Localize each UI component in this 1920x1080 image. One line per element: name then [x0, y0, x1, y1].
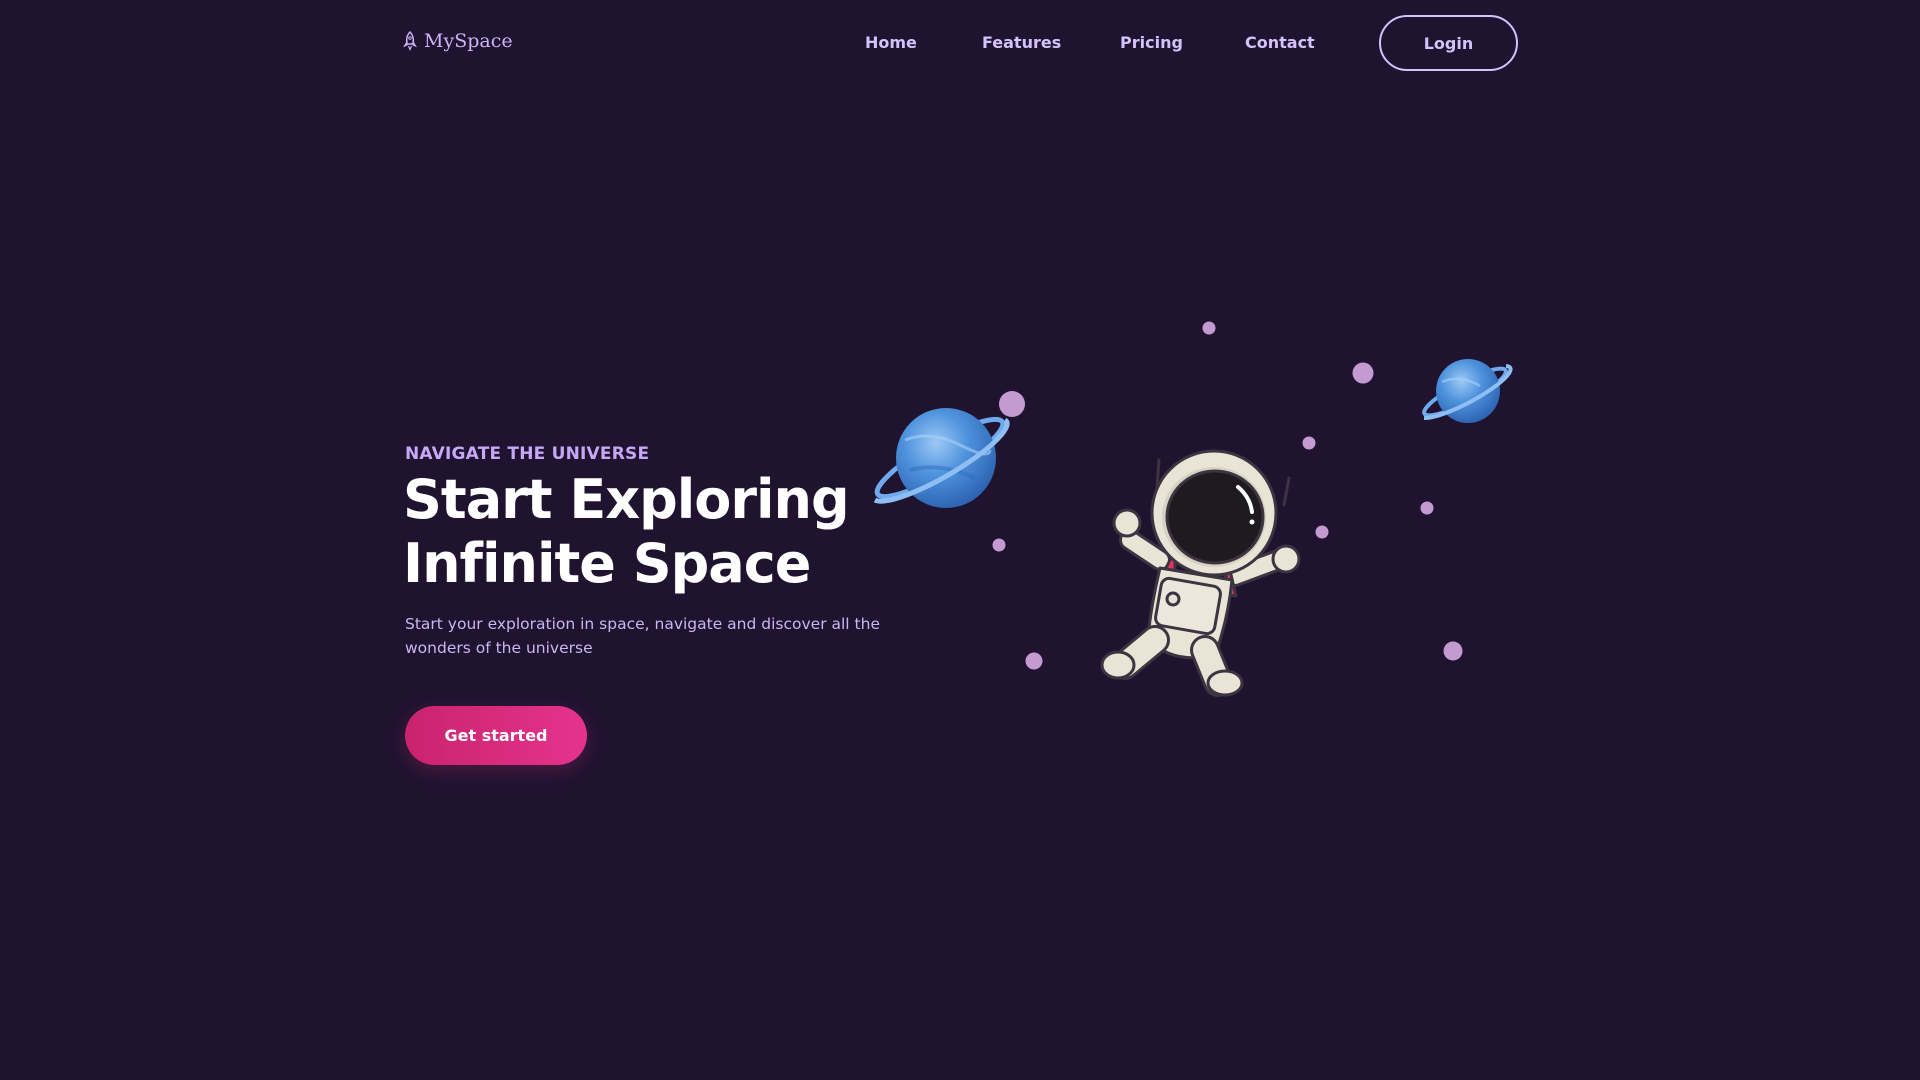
hero-eyebrow: NAVIGATE THE UNIVERSE — [405, 444, 650, 464]
star — [1420, 501, 1434, 515]
star — [999, 391, 1025, 417]
star — [1025, 652, 1043, 670]
star — [992, 538, 1006, 552]
astronaut — [1100, 449, 1301, 697]
star — [1443, 641, 1463, 661]
hero-headline: Start Exploring Infinite Space — [403, 468, 923, 596]
nav-contact[interactable]: Contact — [1245, 33, 1315, 52]
hero-subtext: Start your exploration in space, navigat… — [405, 615, 880, 657]
space-illustration — [873, 321, 1513, 697]
hero-headline-line-1: Start Exploring — [403, 468, 850, 531]
login-button[interactable]: Login — [1379, 15, 1518, 71]
planet-small — [1422, 359, 1513, 423]
landing-page: MySpace Home Features Pricing Contact Lo… — [0, 0, 1920, 1080]
nav-pricing[interactable]: Pricing — [1120, 33, 1183, 52]
star — [1315, 525, 1329, 539]
stars — [992, 321, 1463, 670]
star — [1352, 362, 1374, 384]
star — [1202, 321, 1216, 335]
get-started-button[interactable]: Get started — [405, 706, 587, 765]
nav-features[interactable]: Features — [982, 33, 1061, 52]
main-nav: Home Features Pricing Contact — [0, 33, 1920, 57]
nav-home[interactable]: Home — [865, 33, 917, 52]
star — [1302, 436, 1316, 450]
hero-headline-line-2: Infinite Space — [403, 532, 811, 595]
